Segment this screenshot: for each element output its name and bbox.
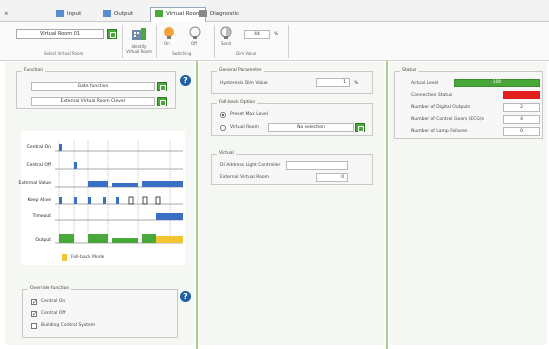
room-select-combo[interactable]: Virtual Room 01	[16, 29, 104, 39]
dim-unit-label: %	[274, 32, 279, 37]
signal-label: Timeout	[32, 214, 51, 219]
identify-room-label: Identify Virtual Room	[126, 44, 152, 54]
override-group: Override function ✓ Central On ✓ Central…	[22, 286, 178, 338]
function-diagram: Central On Central Off External Value Ke…	[19, 131, 185, 265]
switching-group-label: Switching	[172, 51, 192, 56]
fallback-room-dropdown-button[interactable]	[355, 123, 365, 132]
digital-outputs-value: 2	[503, 103, 540, 112]
fallback-legend-swatch	[62, 254, 67, 261]
signal-label: External Value	[18, 181, 51, 186]
external-room-input[interactable]: 0	[316, 173, 348, 182]
dim-group-label: Dim Value	[236, 51, 257, 56]
preset-max-level-radio[interactable]	[220, 112, 226, 118]
address-input[interactable]	[286, 161, 348, 170]
room-select-group-label: Select Virtual Room	[44, 51, 84, 56]
on-label: On	[164, 41, 170, 46]
central-on-checkbox[interactable]: ✓	[31, 299, 37, 306]
actual-level-bar: 100	[454, 79, 540, 87]
function-title: Function	[22, 68, 46, 73]
virtual-group: Virtual DI Address Light Controller Exte…	[211, 151, 373, 185]
tab-diagnostic[interactable]: Diagnostic	[199, 8, 239, 20]
ribbon-separator	[214, 25, 215, 58]
bulb-on-icon[interactable]	[163, 26, 175, 40]
status-group: Status Actual Level 100 Connection Statu…	[394, 68, 543, 139]
room-select-button[interactable]	[107, 29, 117, 39]
bulb-off-icon[interactable]	[189, 26, 201, 40]
tab-close-indicator[interactable]: ×	[4, 8, 9, 20]
actual-level-label: Actual Level	[411, 81, 439, 86]
function-dropdown-2-button[interactable]	[157, 97, 167, 106]
dim-value-input[interactable]: 44	[244, 30, 270, 39]
override-title: Override function	[28, 286, 72, 291]
control-gears-value: 4	[503, 115, 540, 124]
lamp-failures-label: Number of Lamp Failures	[411, 129, 468, 134]
diagnostic-tab-icon	[199, 10, 207, 17]
tab-input[interactable]: Input	[56, 8, 81, 20]
input-tab-icon	[56, 10, 64, 17]
send-dim-icon[interactable]	[220, 26, 232, 40]
function-dropdown[interactable]: Gate function	[31, 82, 155, 91]
function-dropdown-2[interactable]: External Virtual Room Clever	[31, 97, 155, 106]
virtual-title: Virtual	[217, 151, 236, 156]
tab-bar: × Input Output Virtual Room Diagnostic	[0, 0, 549, 22]
central-off-checkbox[interactable]: ✓	[31, 311, 37, 318]
signal-label: Central Off	[26, 163, 51, 168]
connection-status-indicator	[503, 91, 540, 99]
ribbon-separator	[156, 25, 157, 58]
control-gears-label: Number of Control Gears (ECG)s	[411, 117, 484, 122]
output-tab-icon	[103, 10, 111, 17]
panel-divider	[196, 61, 198, 349]
connection-status-label: Connection Status	[411, 93, 453, 98]
status-title: Status	[400, 68, 419, 73]
virtual-room-radio-label: Virtual Room	[230, 125, 259, 130]
tab-virtual-room[interactable]: Virtual Room	[150, 7, 207, 22]
general-parameter-title: General Parameter	[217, 68, 264, 73]
building-control-label: Building Control System	[41, 323, 96, 328]
digital-outputs-label: Number of Digital Outputs	[411, 105, 471, 110]
panel-divider	[386, 61, 388, 349]
identify-room-icon[interactable]	[131, 27, 147, 41]
timing-diagram	[55, 141, 183, 244]
send-label: Send	[221, 41, 232, 46]
hysteresis-unit: %	[354, 81, 359, 86]
function-help-icon[interactable]: ?	[180, 75, 191, 86]
fallback-option-title: Fall-back Option	[217, 100, 258, 105]
preset-max-level-label: Preset Max Level	[230, 112, 269, 117]
hysteresis-input[interactable]: 1	[316, 78, 350, 87]
signal-label: Central On	[26, 145, 51, 150]
fallback-room-dropdown[interactable]: No selection	[268, 123, 354, 132]
signal-label: Output	[35, 238, 51, 243]
function-dropdown-button[interactable]	[157, 82, 167, 91]
general-parameter-group: General Parameter Hysteresis Dim Value 1…	[211, 68, 373, 94]
signal-label: Keep Alive	[27, 198, 51, 203]
off-label: Off	[191, 41, 197, 46]
ribbon-toolbar: Virtual Room 01 Select Virtual Room Iden…	[0, 22, 549, 61]
fallback-legend-label: Fall-back Mode	[71, 255, 105, 260]
central-on-label: Central On	[41, 299, 66, 304]
lamp-failures-value: 0	[503, 127, 540, 136]
tab-output[interactable]: Output	[103, 8, 133, 20]
virtual-room-radio[interactable]	[220, 125, 226, 131]
ribbon-separator	[122, 25, 123, 58]
central-off-label: Central Off	[41, 311, 66, 316]
virtual-room-tab-icon	[155, 10, 163, 17]
building-control-checkbox[interactable]	[31, 323, 37, 329]
function-group: Function Gate function External Virtual …	[16, 68, 176, 109]
address-label: DI Address Light Controller	[220, 163, 281, 168]
hysteresis-label: Hysteresis Dim Value	[220, 81, 268, 86]
ribbon-separator	[288, 25, 289, 58]
override-help-icon[interactable]: ?	[180, 291, 191, 302]
external-room-label: External Virtual Room	[220, 175, 270, 180]
fallback-option-group: Fall-back Option Preset Max Level Virtua…	[211, 100, 373, 136]
